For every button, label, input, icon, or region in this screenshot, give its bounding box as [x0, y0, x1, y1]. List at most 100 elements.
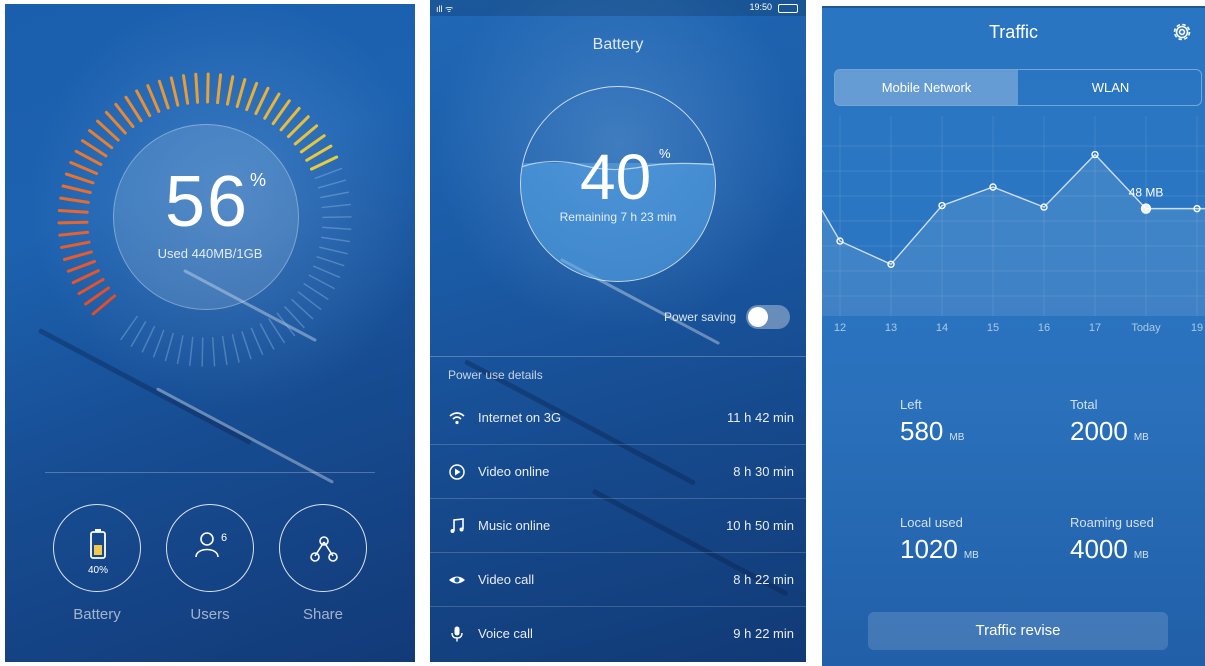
stat-roaming-value: 4000 MB: [1070, 534, 1149, 565]
detail-label: Voice call: [478, 626, 533, 641]
gauge-tick: [241, 331, 252, 360]
gauge-tick: [194, 72, 200, 104]
x-tick-label: 17: [1089, 322, 1101, 334]
stat-local-value: 1020 MB: [900, 534, 979, 565]
usage-percent: 56: [165, 162, 250, 242]
wifi-icon: [449, 412, 465, 425]
detail-value: 9 h 22 min: [733, 626, 794, 641]
stat-left-label: Left: [900, 397, 922, 412]
gauge-tick: [152, 329, 165, 358]
gauge-tick: [309, 155, 339, 171]
gauge-tick: [321, 203, 351, 209]
gauge-tick: [114, 102, 135, 129]
gauge-tick: [297, 291, 322, 310]
gauge-tick: [305, 144, 333, 162]
network-tabs: Mobile Network WLAN: [834, 69, 1202, 106]
gauge-tick: [254, 86, 270, 116]
detail-row-internet[interactable]: Internet on 3G 11 h 42 min: [430, 392, 806, 445]
gauge-tick: [316, 256, 345, 267]
traffic-line-chart: 12 13 14 15 16 17 Today 48 MB 19: [822, 116, 1205, 334]
gauge-tick: [231, 334, 240, 363]
battery-percent: 40: [580, 141, 652, 213]
power-saving-label: Power saving: [663, 310, 736, 324]
stat-local-label: Local used: [900, 515, 963, 530]
gauge-tick: [322, 216, 352, 219]
gauge-tick: [271, 99, 291, 126]
microphone-icon: [451, 626, 463, 642]
x-tick-label: 16: [1038, 322, 1050, 334]
share-icon: [310, 536, 338, 562]
detail-row-music[interactable]: Music online 10 h 50 min: [430, 500, 806, 553]
detail-label: Video call: [478, 572, 535, 587]
detail-row-video[interactable]: Video online 8 h 30 min: [430, 446, 806, 499]
highlight-label: 48 MB: [1129, 186, 1164, 200]
gauge-tick: [176, 335, 184, 365]
share-button[interactable]: [279, 504, 367, 592]
stat-roaming-label: Roaming used: [1070, 515, 1154, 530]
page-title: Traffic: [988, 22, 1038, 42]
x-tick-label: 19: [1191, 322, 1203, 334]
x-tick-label: 14: [936, 322, 948, 334]
music-icon: [450, 518, 464, 533]
battery-percent: 40%: [87, 565, 108, 576]
x-tick-label: 15: [987, 322, 999, 334]
gauge-tick: [268, 318, 286, 344]
power-saving-toggle[interactable]: [746, 305, 790, 329]
gear-icon[interactable]: [1170, 20, 1194, 44]
gauge-tick: [181, 74, 190, 105]
details-title: Power use details: [448, 368, 543, 382]
stat-roaming-number: 4000: [1070, 534, 1128, 564]
users-count: 6: [221, 532, 228, 544]
stat-local-number: 1020: [900, 534, 958, 564]
traffic-usage-screen: 56 % Used 440MB/1GB 40% 6 Battery Users …: [5, 4, 415, 662]
stat-unit: MB: [1133, 432, 1149, 443]
gauge-tick: [284, 306, 305, 329]
status-time: 19:50: [749, 2, 772, 12]
detail-row-voice-call[interactable]: Voice call 9 h 22 min: [430, 608, 806, 661]
detail-value: 11 h 42 min: [727, 410, 794, 425]
battery-button[interactable]: 40%: [53, 504, 141, 592]
gauge-tick: [221, 335, 228, 366]
stat-unit: MB: [963, 550, 979, 561]
gauge-tick: [124, 95, 143, 123]
gauge-tick: [88, 129, 114, 150]
gauge-tick: [308, 274, 335, 290]
users-label: Users: [190, 606, 230, 623]
gauge-tick: [312, 265, 341, 278]
gauge-tick: [64, 172, 95, 185]
gauge-tick: [225, 75, 235, 106]
stat-total-number: 2000: [1070, 416, 1128, 446]
eye-icon: [449, 576, 465, 584]
x-tick-label: 12: [834, 322, 846, 334]
remaining-time: Remaining 7 h 23 min: [559, 210, 677, 224]
traffic-revise-button[interactable]: Traffic revise: [868, 612, 1168, 650]
gauge-tick: [74, 149, 103, 167]
stat-unit: MB: [1133, 550, 1149, 561]
tab-wlan[interactable]: WLAN: [1019, 70, 1201, 105]
stat-left-number: 580: [900, 416, 944, 446]
toggle-knob: [748, 307, 768, 327]
stat-left-value: 580 MB: [900, 416, 964, 447]
wave-streak: [156, 387, 334, 484]
battery-label: Battery: [73, 606, 121, 623]
percent-sign: %: [659, 146, 671, 161]
detail-label: Internet on 3G: [478, 410, 562, 425]
gauge-tick: [291, 298, 314, 320]
gauge-tick: [169, 76, 180, 107]
area-fill: [822, 154, 1205, 316]
detail-label: Music online: [478, 518, 551, 533]
traffic-screen: Traffic Mobile Network WLAN 12 13 14 15 16 17…: [822, 6, 1205, 666]
stat-unit: MB: [949, 432, 965, 443]
divider: [45, 472, 375, 473]
detail-row-video-call[interactable]: Video call 8 h 22 min: [430, 554, 806, 607]
gauge-tick: [57, 208, 89, 214]
tab-mobile-network[interactable]: Mobile Network: [835, 70, 1018, 105]
gauge-tick: [146, 84, 161, 113]
gauge-tick: [60, 240, 91, 249]
stat-total-value: 2000 MB: [1070, 416, 1149, 447]
users-button[interactable]: 6: [166, 504, 254, 592]
gauge-tick: [141, 325, 156, 353]
gauge-tick: [62, 250, 93, 261]
gauge-tick: [77, 277, 105, 296]
used-text: Used 440MB/1GB: [157, 246, 263, 261]
